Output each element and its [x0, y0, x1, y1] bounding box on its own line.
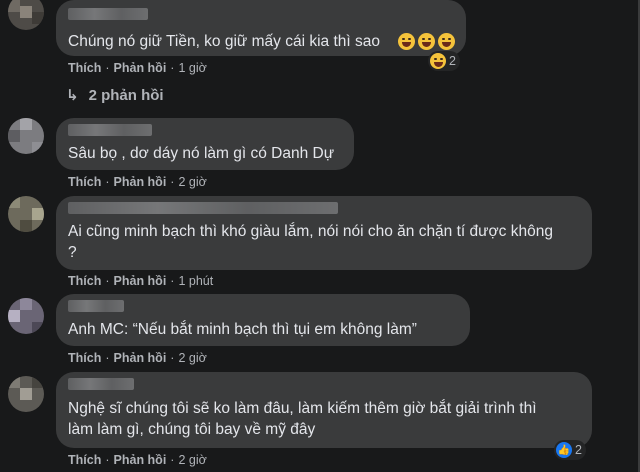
timestamp[interactable]: 1 phút	[178, 274, 213, 288]
avatar[interactable]	[8, 196, 44, 232]
reply-link[interactable]: Phản hồi	[114, 453, 167, 467]
like-link[interactable]: Thích	[68, 351, 101, 365]
reply-arrow-icon: ↳	[66, 87, 79, 104]
reply-link[interactable]: Phản hồi	[114, 351, 167, 365]
like-link[interactable]: Thích	[68, 274, 101, 288]
comment-actions: Thích · Phản hồi · 2 giờ	[68, 351, 207, 365]
author-name-redacted[interactable]	[68, 202, 338, 214]
reaction-count[interactable]: 2	[428, 51, 460, 71]
view-replies-link[interactable]: ↳ 2 phản hồi	[66, 86, 164, 105]
timestamp[interactable]: 2 giờ	[178, 175, 206, 189]
laughing-emoji-icon	[418, 33, 435, 50]
comment-text: Sâu bọ , dơ dáy nó làm gì có Danh Dự	[68, 145, 335, 162]
author-name-redacted[interactable]	[68, 8, 148, 20]
comment-bubble: Nghệ sĩ chúng tôi sẽ ko làm đâu, làm kiế…	[56, 372, 592, 448]
like-link[interactable]: Thích	[68, 61, 101, 75]
laughing-emoji-icon	[430, 53, 446, 69]
comment-bubble: Sâu bọ , dơ dáy nó làm gì có Danh Dự	[56, 118, 354, 170]
comment-thread: Chúng nó giữ Tiền, ko giữ mấy cái kia th…	[0, 0, 640, 472]
replies-count-label: 2 phản hồi	[88, 86, 164, 104]
comment-text: Nghệ sĩ chúng tôi sẽ ko làm đâu, làm kiế…	[68, 400, 537, 438]
like-link[interactable]: Thích	[68, 453, 101, 467]
like-icon: 👍	[556, 442, 572, 458]
comment-actions: Thích · Phản hồi · 1 giờ	[68, 61, 207, 75]
comment-text: Anh MC: “Nếu bắt minh bạch thì tụi em kh…	[68, 321, 417, 338]
reply-link[interactable]: Phản hồi	[114, 274, 167, 288]
author-name-redacted[interactable]	[68, 300, 124, 312]
comment-actions: Thích · Phản hồi · 2 giờ	[68, 453, 207, 467]
comment-bubble: Ai cũng minh bạch thì khó giàu lắm, nói …	[56, 196, 592, 270]
comment-text: Chúng nó giữ Tiền, ko giữ mấy cái kia th…	[68, 33, 380, 50]
avatar[interactable]	[8, 118, 44, 154]
avatar[interactable]	[8, 298, 44, 334]
reply-link[interactable]: Phản hồi	[114, 175, 167, 189]
laughing-emoji-icon	[398, 33, 415, 50]
comment-text: Ai cũng minh bạch thì khó giàu lắm, nói …	[68, 223, 553, 261]
reaction-count-value: 2	[575, 443, 582, 457]
reaction-count[interactable]: 👍 2	[554, 440, 586, 460]
laughing-emoji-icon	[438, 33, 455, 50]
comment-actions: Thích · Phản hồi · 2 giờ	[68, 175, 207, 189]
timestamp[interactable]: 2 giờ	[178, 453, 206, 467]
timestamp[interactable]: 2 giờ	[178, 351, 206, 365]
timestamp[interactable]: 1 giờ	[178, 61, 206, 75]
avatar[interactable]	[8, 376, 44, 412]
author-name-redacted[interactable]	[68, 378, 134, 390]
author-name-redacted[interactable]	[68, 124, 152, 136]
comment-bubble: Anh MC: “Nếu bắt minh bạch thì tụi em kh…	[56, 294, 470, 346]
comment-actions: Thích · Phản hồi · 1 phút	[68, 274, 214, 288]
avatar[interactable]	[8, 0, 44, 30]
reply-link[interactable]: Phản hồi	[114, 61, 167, 75]
like-link[interactable]: Thích	[68, 175, 101, 189]
reaction-count-value: 2	[449, 54, 456, 68]
comment-bubble: Chúng nó giữ Tiền, ko giữ mấy cái kia th…	[56, 0, 466, 56]
